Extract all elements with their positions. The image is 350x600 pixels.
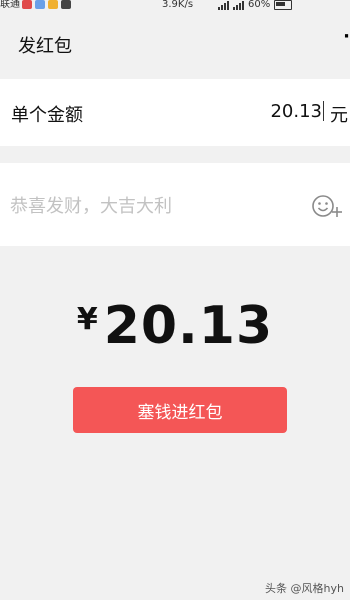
carrier-label: 联通 <box>0 0 20 10</box>
app-notification-icon <box>35 0 45 9</box>
more-menu-icon[interactable]: · <box>343 26 350 47</box>
currency-symbol: ¥ <box>76 302 98 337</box>
net-speed: 3.9K/s <box>162 0 194 10</box>
greeting-input[interactable] <box>10 194 300 218</box>
notification-icons <box>22 0 71 9</box>
amount-unit: 元 <box>330 105 348 126</box>
watermark: 头条 @风格hyh <box>265 582 344 595</box>
app-notification-icon <box>48 0 58 9</box>
battery-icon <box>274 0 293 10</box>
signal-icon <box>233 0 244 10</box>
signal-icon <box>218 0 229 10</box>
page-title: 发红包 <box>18 36 72 57</box>
total-amount: 20.13 <box>103 296 274 356</box>
send-red-packet-button[interactable]: 塞钱进红包 <box>73 387 287 433</box>
amount-row[interactable]: 单个金额 20.13 元 <box>0 79 350 146</box>
amount-input[interactable]: 20.13 <box>270 101 322 122</box>
emoji-add-icon[interactable] <box>310 193 344 221</box>
app-notification-icon <box>22 0 32 9</box>
battery-percent: 60% <box>248 0 271 10</box>
header: 发红包 · <box>0 22 350 66</box>
text-cursor <box>323 101 324 121</box>
greeting-row <box>0 163 350 246</box>
app-notification-icon <box>61 0 71 9</box>
status-bar: 联通 3.9K/s 60% <box>0 0 350 12</box>
status-right: 60% <box>218 0 293 10</box>
amount-label: 单个金额 <box>11 105 83 126</box>
total-amount-display: ¥20.13 <box>0 296 350 356</box>
